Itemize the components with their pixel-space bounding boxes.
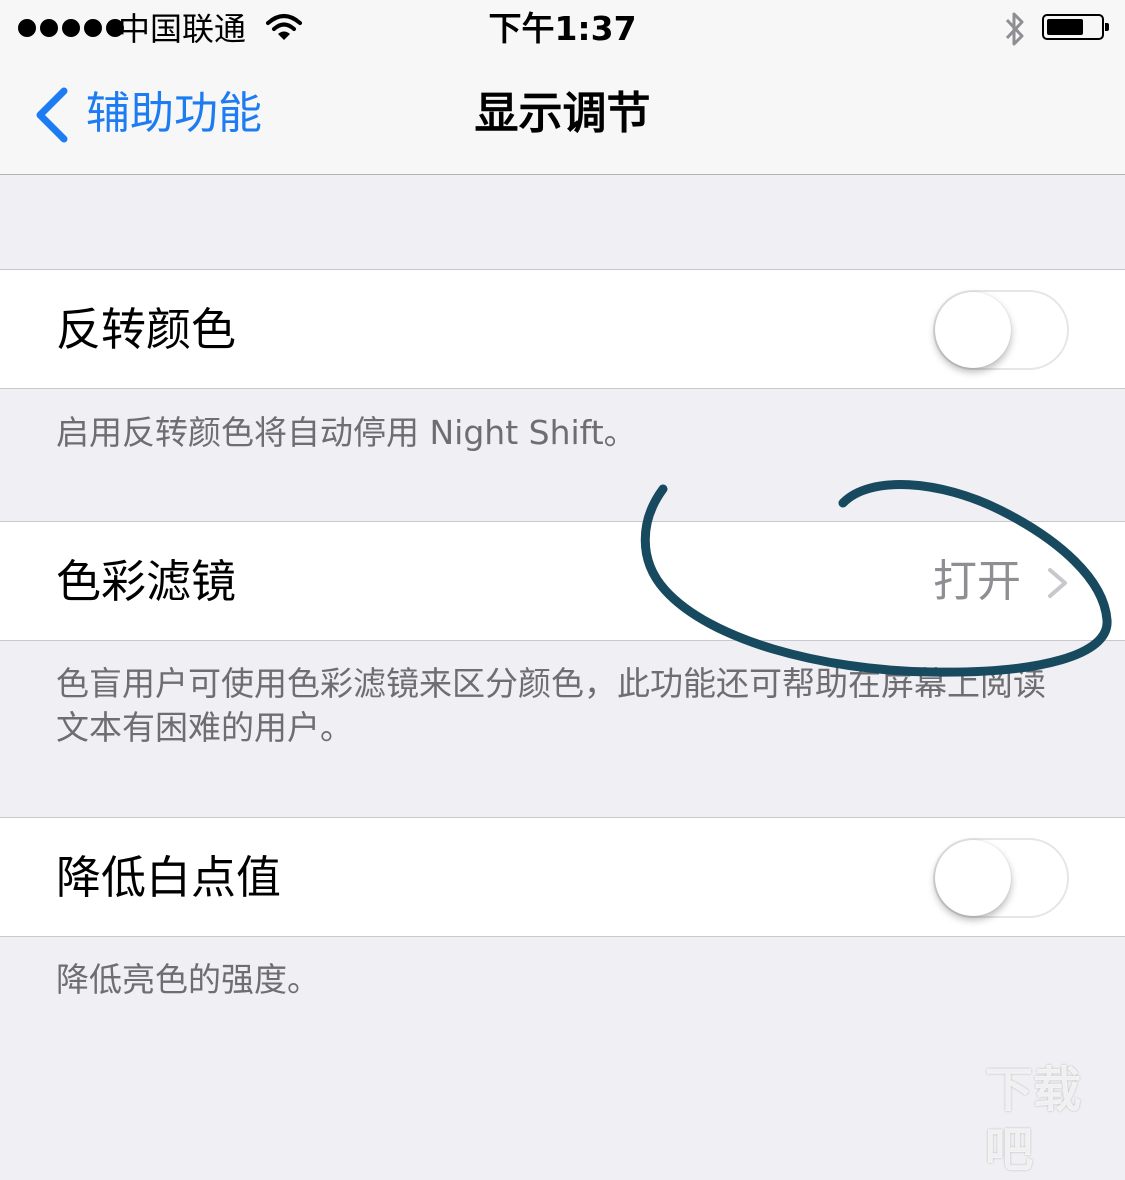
invert-colors-toggle[interactable] <box>933 290 1069 370</box>
bluetooth-icon <box>1005 12 1024 46</box>
cell-label: 降低白点值 <box>56 851 282 904</box>
invert-colors-footer: 启用反转颜色将自动停用 Night Shift。 <box>56 413 637 452</box>
status-bar: 中国联通 下午1:37 <box>0 0 1125 60</box>
cell-label: 色彩滤镜 <box>56 555 237 608</box>
toggle-knob <box>935 292 1011 368</box>
page-title: 显示调节 <box>474 88 651 139</box>
reduce-white-point-footer: 降低亮色的强度。 <box>56 960 320 999</box>
watermark-logo: 下载吧 <box>985 1062 1082 1178</box>
color-filters-value: 打开 <box>933 556 1021 607</box>
reduce-white-point-toggle[interactable] <box>933 838 1069 918</box>
cell-reduce-white-point: 降低白点值 <box>0 817 1125 937</box>
cell-invert-colors: 反转颜色 <box>0 269 1125 389</box>
color-filters-footer: 色盲用户可使用色彩滤镜来区分颜色，此功能还可帮助在屏幕上阅读文本有困难的用户。 <box>56 664 1046 747</box>
status-time: 下午1:37 <box>488 9 637 48</box>
cell-label: 反转颜色 <box>56 303 237 356</box>
chevron-right-icon <box>1048 568 1067 598</box>
toggle-knob <box>935 840 1011 916</box>
cell-color-filters[interactable]: 色彩滤镜 打开 <box>0 521 1125 641</box>
battery-icon <box>1042 14 1109 40</box>
navigation-bar: 辅助功能 显示调节 <box>0 60 1125 175</box>
